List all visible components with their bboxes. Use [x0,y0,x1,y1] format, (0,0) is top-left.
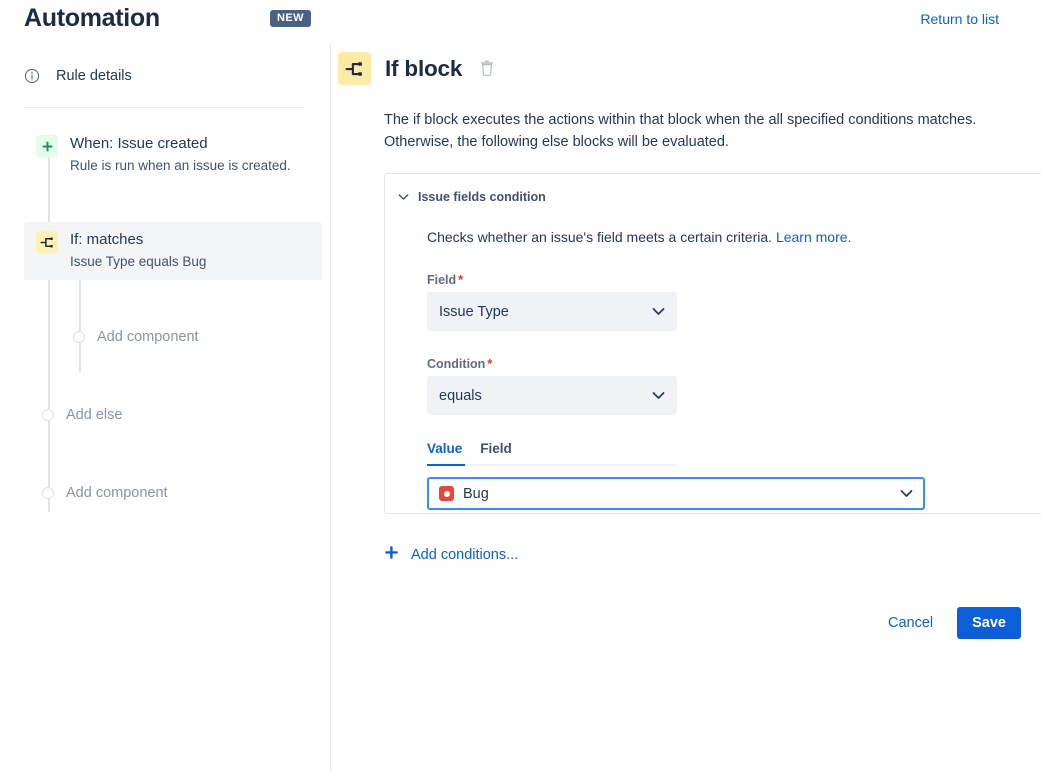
condition-select-label: Condition* [427,357,1041,371]
rule-sidebar: Rule details When: Issue created Rule is… [0,44,331,771]
sidebar-add-component-outer-label: Add component [66,485,168,501]
footer-buttons: Cancel Save [878,607,1021,639]
sidebar-divider [24,107,304,108]
new-badge: NEW [270,10,311,27]
delete-block-icon[interactable] [480,60,494,81]
info-icon [24,68,40,84]
required-marker: * [487,357,492,371]
sidebar-add-component-inner[interactable]: Add component [73,329,199,345]
chevron-down-icon [398,188,409,206]
block-header: If block [338,52,494,85]
condition-description-text: Checks whether an issue's field meets a … [427,229,772,245]
sidebar-node-when[interactable]: When: Issue created Rule is run when an … [24,126,322,184]
circle-node-icon [42,409,54,421]
chevron-down-icon [652,388,665,404]
circle-node-icon [42,487,54,499]
field-select-label-text: Field [427,273,456,287]
branch-icon [338,52,371,85]
sidebar-add-component-outer[interactable]: Add component [42,485,168,501]
condition-name: Issue fields condition [418,190,546,204]
field-select-value: Issue Type [439,304,509,320]
sidebar-node-if-title: If: matches [70,230,206,250]
add-conditions-button[interactable]: Add conditions... [384,545,518,564]
sidebar-node-if[interactable]: If: matches Issue Type equals Bug [24,222,322,280]
tree-rail-main [48,152,50,512]
value-select-value: Bug [463,486,489,502]
tab-value[interactable]: Value [427,441,462,464]
learn-more-link[interactable]: Learn more. [776,229,851,245]
plus-icon [384,545,399,564]
field-select-label: Field* [427,273,1041,287]
condition-body: Checks whether an issue's field meets a … [427,227,1041,510]
issue-fields-condition-card: Issue fields condition Checks whether an… [384,173,1041,514]
return-to-list-link[interactable]: Return to list [920,11,999,27]
add-conditions-label: Add conditions... [411,547,518,563]
branch-icon [36,231,58,253]
sidebar-node-if-text: If: matches Issue Type equals Bug [70,230,206,272]
sidebar-node-when-subtitle: Rule is run when an issue is created. [70,156,291,176]
rule-details-label: Rule details [56,68,132,84]
sidebar-node-when-title: When: Issue created [70,134,291,154]
sidebar-add-component-inner-label: Add component [97,329,199,345]
condition-select-label-text: Condition [427,357,485,371]
page-header: Automation NEW Return to list [0,0,1041,44]
save-button[interactable]: Save [957,607,1021,639]
chevron-down-icon [652,304,665,320]
cancel-button[interactable]: Cancel [878,607,943,639]
page-title: Automation [24,4,160,33]
plus-icon [36,135,58,157]
tab-field[interactable]: Field [480,441,512,464]
main-panel: If block The if block executes the actio… [331,44,1041,771]
chevron-down-icon [900,485,913,503]
condition-select-value: equals [439,388,482,404]
condition-collapse-toggle[interactable]: Issue fields condition [398,188,546,206]
bug-icon [439,486,454,501]
condition-description: Checks whether an issue's field meets a … [427,227,1041,247]
sidebar-add-else[interactable]: Add else [42,407,122,423]
field-select[interactable]: Issue Type [427,292,677,331]
block-description: The if block executes the actions within… [384,109,998,153]
circle-node-icon [73,331,85,343]
value-select-chip: Bug [439,486,489,502]
required-marker: * [458,273,463,287]
block-title: If block [385,56,462,82]
sidebar-node-when-text: When: Issue created Rule is run when an … [70,134,291,176]
sidebar-node-if-subtitle: Issue Type equals Bug [70,252,206,272]
sidebar-add-else-label: Add else [66,407,122,423]
value-select[interactable]: Bug [427,477,925,510]
value-field-tabs: Value Field [427,441,677,466]
condition-select[interactable]: equals [427,376,677,415]
sidebar-item-rule-details[interactable]: Rule details [24,68,132,84]
